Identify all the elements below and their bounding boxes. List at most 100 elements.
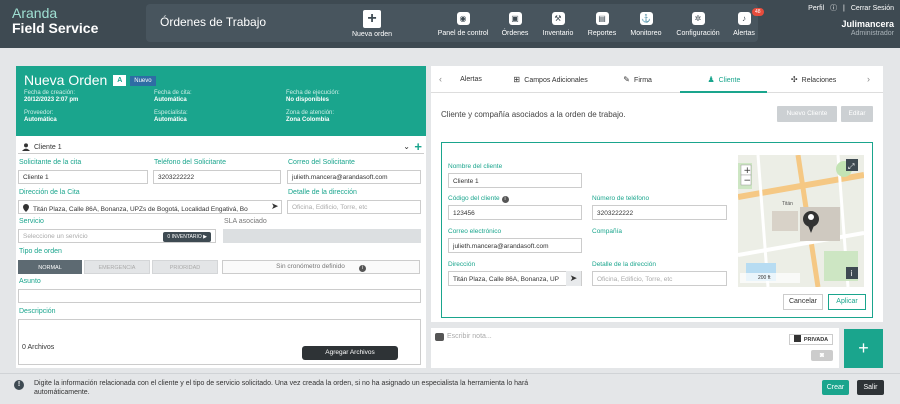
brand-line1: Aranda (12, 5, 58, 21)
chevron-left-icon[interactable]: ‹ (439, 66, 442, 93)
tab-signature[interactable]: ✎ Firma (617, 66, 657, 93)
map-place-label: Titán (782, 201, 793, 207)
requester-input[interactable]: Cliente 1 (18, 170, 148, 184)
inventory-icon: ⚒ (551, 12, 565, 25)
brand-line2: Field Service (12, 20, 99, 36)
address-label: Dirección de la Cita (19, 189, 80, 196)
dashboard-icon: ◉ (456, 12, 470, 25)
map-canvas: + − ⤢ i (738, 155, 864, 287)
tab-additional-fields[interactable]: ⊞ Campos Adicionales (507, 66, 593, 93)
client-address-input[interactable]: Titán Plaza, Calle 86A, Bonanza, UP (448, 271, 582, 286)
type-priority-button[interactable]: PRIORIDAD (152, 260, 218, 274)
phone-number-input[interactable]: 3203222222 (592, 205, 727, 220)
inventory-button[interactable]: 0 INVENTARIO ▶ (163, 232, 211, 242)
nav-settings[interactable]: ✲ Configuración (674, 12, 722, 37)
nav-label: Monitoreo (630, 30, 662, 37)
order-type-label: Tipo de orden (19, 248, 62, 255)
user-name: Julimancera (841, 19, 894, 29)
user-area: Perfil ⓘ | Cerrar Sesión Julimancera Adm… (724, 3, 894, 37)
sla-label: SLA asociado (224, 218, 267, 225)
creation-date: Fecha de creación: 20/12/2023 2:07 pm (24, 90, 79, 103)
location-map[interactable]: + − ⤢ i Titán 200 ft (738, 155, 864, 287)
type-emergency-button[interactable]: EMERGENCIA (84, 260, 150, 274)
client-name-label: Nombre del cliente (448, 163, 503, 170)
files-count: 0 Archivos (22, 344, 55, 351)
note-box[interactable]: Escribir nota... PRIVADA ◙ (431, 328, 839, 368)
tab-alerts[interactable]: Alertas (449, 66, 493, 93)
client-address-label: Dirección (448, 261, 476, 268)
navigate-arrow-icon[interactable]: ➤ (271, 201, 279, 212)
svg-text:+: + (744, 166, 752, 176)
top-bar: Aranda Field Service Órdenes de Trabajo … (0, 0, 900, 48)
logout-link[interactable]: Cerrar Sesión (851, 5, 894, 12)
sla-field (223, 229, 421, 243)
email-label: Correo del Solicitante (288, 159, 355, 166)
brand-logo[interactable]: Aranda Field Service (12, 6, 132, 35)
tab-client[interactable]: ♟ Cliente (680, 66, 767, 93)
edit-button[interactable]: Editar (841, 106, 873, 122)
client-select[interactable]: Cliente 1 ⌄ + (18, 139, 424, 154)
type-normal-button[interactable]: NORMAL (18, 260, 82, 274)
client-code-label: Código del cliente i (448, 195, 509, 203)
client-address-detail-label: Detalle de la dirección (592, 261, 656, 268)
apply-button[interactable]: Aplicar (828, 294, 866, 310)
address-detail-input[interactable]: Oficina, Edificio, Torre, etc (287, 200, 421, 214)
chevron-right-icon[interactable]: › (867, 66, 870, 93)
plus-square-icon: ⊞ (513, 75, 521, 84)
camera-icon[interactable]: ◙ (811, 350, 833, 361)
footer-bar: ! Digite la información relacionada con … (0, 373, 900, 404)
user-role: Administrador (850, 30, 894, 37)
profile-link[interactable]: Perfil (808, 5, 824, 12)
nav-dashboard[interactable]: ◉ Panel de control (436, 12, 490, 37)
create-button[interactable]: Crear (822, 380, 849, 395)
attention-zone: Zona de atención: Zona Colombia (286, 110, 335, 123)
reports-icon: ▤ (595, 12, 609, 25)
new-order-button[interactable]: + Nueva orden (350, 10, 394, 38)
requester-label: Solicitante de la cita (19, 159, 82, 166)
address-input[interactable]: Titán Plaza, Calle 86A, Bonanza, UPZs de… (18, 200, 282, 214)
navigate-arrow-icon[interactable]: ➤ (566, 271, 581, 286)
info-icon[interactable]: i (358, 265, 366, 272)
note-input[interactable]: Escribir nota... (447, 333, 492, 340)
pen-icon: ✎ (623, 75, 630, 84)
info-icon: ! (14, 380, 24, 390)
svg-text:−: − (744, 176, 752, 186)
order-form-panel: Nueva Orden A Nuevo Fecha de creación: 20… (16, 66, 426, 368)
nav-orders[interactable]: ▣ Órdenes (500, 12, 530, 37)
chevron-down-icon[interactable]: ⌄ (403, 142, 410, 151)
user-icon: ♟ (707, 75, 715, 84)
separator: | (843, 5, 845, 12)
address-detail-label: Detalle de la dirección (288, 189, 357, 196)
tab-relations[interactable]: ✣ Relaciones (783, 66, 843, 93)
client-select-value: Cliente 1 (34, 144, 62, 151)
new-client-button[interactable]: Nuevo Cliente (777, 106, 837, 122)
email-input[interactable]: julieth.mancera@arandasoft.com (287, 170, 421, 184)
nav-label: Configuración (676, 30, 720, 37)
service-select[interactable]: Seleccione un servicio 0 INVENTARIO ▶ (18, 229, 216, 243)
status-badge: Nuevo (130, 76, 156, 86)
nav-monitor[interactable]: ⚓ Monitoreo (627, 12, 665, 37)
phone-label: Teléfono del Solicitante (154, 159, 226, 166)
phone-input[interactable]: 3203222222 (153, 170, 281, 184)
nav-inventory[interactable]: ⚒ Inventario (540, 12, 576, 37)
exit-button[interactable]: Salir (857, 380, 884, 395)
add-files-button[interactable]: Agregar Archivos (302, 346, 398, 360)
add-note-button[interactable]: + (844, 329, 883, 368)
location-pin-icon (23, 204, 29, 212)
client-email-input[interactable]: julieth.mancera@arandasoft.com (448, 238, 582, 253)
cancel-button[interactable]: Cancelar (783, 294, 823, 310)
orders-icon: ▣ (508, 12, 522, 25)
private-toggle[interactable]: PRIVADA (789, 334, 833, 345)
add-client-icon[interactable]: + (414, 139, 422, 154)
subject-input[interactable] (18, 289, 421, 303)
nav-label: Órdenes (501, 30, 529, 37)
plus-icon: + (363, 10, 381, 28)
info-icon[interactable]: ⓘ (830, 5, 837, 12)
client-address-detail-input[interactable]: Oficina, Edificio, Torre, etc (592, 271, 727, 286)
client-code-input[interactable]: 123456 (448, 205, 582, 220)
client-name-input[interactable]: Cliente 1 (448, 173, 582, 188)
svg-text:i: i (851, 269, 853, 278)
nav-reports[interactable]: ▤ Reportes (586, 12, 618, 37)
appointment-date: Fecha de cita: Automática (154, 90, 192, 103)
user-icon (22, 143, 30, 151)
